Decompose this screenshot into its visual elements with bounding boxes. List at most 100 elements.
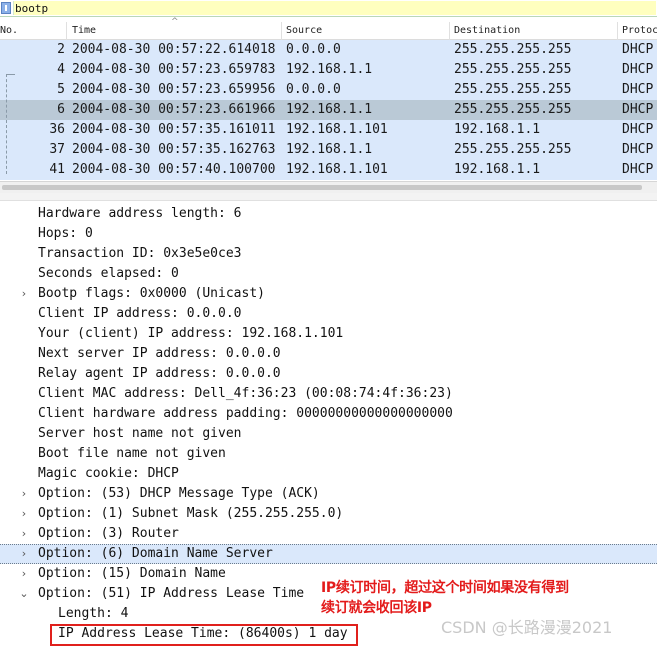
expand-chevron-icon[interactable]: › [19,504,29,524]
detail-text: Your (client) IP address: 192.168.1.101 [38,326,344,341]
packet-protocol: DHCP [622,122,654,137]
packet-source: 0.0.0.0 [286,42,341,57]
packet-protocol: DHCP [622,162,654,177]
packet-row[interactable]: 4 2004-08-30 00:57:23.659783 192.168.1.1… [0,60,657,80]
lease-time-annotation: IP续订时间，超过这个时间如果没有得到 续订就会收回该IP [321,578,651,618]
detail-text: Client hardware address padding: 0000000… [38,406,453,421]
expand-chevron-icon[interactable]: › [19,284,29,304]
packet-row[interactable]: 36 2004-08-30 00:57:35.161011 192.168.1.… [0,120,657,140]
expand-chevron-icon[interactable]: › [19,484,29,504]
display-filter-input[interactable] [13,1,656,15]
expand-chevron-icon[interactable]: › [19,564,29,584]
packet-destination: 255.255.255.255 [454,42,572,57]
red-highlight-box [50,624,358,646]
column-header-no[interactable]: No. [0,25,18,37]
detail-field[interactable]: Hops: 0 [0,224,657,244]
sort-caret-icon: ^ [171,17,179,27]
packet-protocol: DHCP [622,142,654,157]
column-separator[interactable] [281,22,282,40]
detail-text: Option: (6) Domain Name Server [38,546,273,561]
packet-destination: 192.168.1.1 [454,122,541,137]
packet-source: 192.168.1.101 [286,162,388,177]
detail-text: Client IP address: 0.0.0.0 [38,306,242,321]
detail-text: Hops: 0 [38,226,93,241]
packet-list-header: ^ No. Time Source Destination Protoc [0,17,657,40]
packet-no: 2 [57,42,65,57]
column-header-time[interactable]: Time [72,25,96,37]
detail-text: Option: (53) DHCP Message Type (ACK) [38,486,320,501]
detail-text: Transaction ID: 0x3e5e0ce3 [38,246,242,261]
packet-row[interactable]: 2 2004-08-30 00:57:22.614018 0.0.0.0 255… [0,40,657,60]
column-header-destination[interactable]: Destination [454,25,520,37]
detail-field[interactable]: Client MAC address: Dell_4f:36:23 (00:08… [0,384,657,404]
packet-source: 0.0.0.0 [286,82,341,97]
packet-protocol: DHCP [622,102,654,117]
detail-text: Hardware address length: 6 [38,206,242,221]
packet-time: 2004-08-30 00:57:35.161011 [72,122,276,137]
detail-field[interactable]: Server host name not given [0,424,657,444]
detail-text: Length: 4 [58,606,129,621]
packet-destination: 255.255.255.255 [454,62,572,77]
detail-field[interactable]: Client hardware address padding: 0000000… [0,404,657,424]
detail-field[interactable]: Relay agent IP address: 0.0.0.0 [0,364,657,384]
detail-text: Seconds elapsed: 0 [38,266,179,281]
packet-protocol: DHCP [622,42,654,57]
packet-time: 2004-08-30 00:57:22.614018 [72,42,276,57]
packet-time: 2004-08-30 00:57:23.659956 [72,82,276,97]
packet-source: 192.168.1.1 [286,102,373,117]
detail-text: Bootp flags: 0x0000 (Unicast) [38,286,265,301]
column-separator[interactable] [449,22,450,40]
annotation-line: IP续订时间，超过这个时间如果没有得到 [321,580,569,596]
detail-field[interactable]: Next server IP address: 0.0.0.0 [0,344,657,364]
detail-field[interactable]: Boot file name not given [0,444,657,464]
packet-list-scrollbar[interactable] [0,181,657,193]
detail-text: Option: (1) Subnet Mask (255.255.255.0) [38,506,344,521]
packet-protocol: DHCP [622,82,654,97]
detail-field[interactable]: Client IP address: 0.0.0.0 [0,304,657,324]
detail-text: Client MAC address: Dell_4f:36:23 (00:08… [38,386,453,401]
detail-field[interactable]: Transaction ID: 0x3e5e0ce3 [0,244,657,264]
detail-field[interactable]: Seconds elapsed: 0 [0,264,657,284]
packet-row[interactable]: 5 2004-08-30 00:57:23.659956 0.0.0.0 255… [0,80,657,100]
collapse-chevron-icon[interactable]: ⌄ [19,584,29,604]
detail-field-expandable[interactable]: › Bootp flags: 0x0000 (Unicast) [0,284,657,304]
packet-row[interactable]: 37 2004-08-30 00:57:35.162763 192.168.1.… [0,140,657,160]
detail-field-expandable[interactable]: › Option: (3) Router [0,524,657,544]
detail-text: Server host name not given [38,426,242,441]
detail-text: Next server IP address: 0.0.0.0 [38,346,281,361]
detail-text: Option: (51) IP Address Lease Time [38,586,305,601]
expand-chevron-icon[interactable]: › [19,545,29,563]
detail-field-highlighted[interactable]: › Option: (6) Domain Name Server [0,544,657,564]
detail-text: Option: (3) Router [38,526,179,541]
packet-list[interactable]: 2 2004-08-30 00:57:22.614018 0.0.0.0 255… [0,40,657,180]
packet-row[interactable]: 41 2004-08-30 00:57:40.100700 192.168.1.… [0,160,657,180]
display-filter-bar[interactable]: bootp [0,0,657,17]
scrollbar-thumb[interactable] [2,185,642,190]
packet-time: 2004-08-30 00:57:35.162763 [72,142,276,157]
column-separator[interactable] [617,22,618,40]
detail-field-expandable[interactable]: › Option: (53) DHCP Message Type (ACK) [0,484,657,504]
detail-field[interactable]: Hardware address length: 6 [0,204,657,224]
watermark: CSDN @长路漫漫2021 [441,618,613,637]
column-separator[interactable] [66,22,67,40]
display-filter-value: bootp [15,2,49,15]
packet-time: 2004-08-30 00:57:23.661966 [72,102,276,117]
detail-field[interactable]: Your (client) IP address: 192.168.1.101 [0,324,657,344]
detail-text: Option: (15) Domain Name [38,566,226,581]
detail-field[interactable]: Magic cookie: DHCP [0,464,657,484]
expand-chevron-icon[interactable]: › [19,524,29,544]
pane-splitter[interactable] [0,193,657,201]
packet-destination: 255.255.255.255 [454,142,572,157]
packet-source: 192.168.1.101 [286,122,388,137]
column-header-protocol[interactable]: Protoc [622,25,657,37]
bookmark-icon[interactable] [1,2,11,14]
conversation-bracket-icon [6,74,15,174]
detail-text: Boot file name not given [38,446,226,461]
detail-field-expandable[interactable]: › Option: (1) Subnet Mask (255.255.255.0… [0,504,657,524]
packet-destination: 192.168.1.1 [454,162,541,177]
packet-source: 192.168.1.1 [286,62,373,77]
detail-text: Magic cookie: DHCP [38,466,179,481]
packet-time: 2004-08-30 00:57:40.100700 [72,162,276,177]
column-header-source[interactable]: Source [286,25,322,37]
packet-row-selected[interactable]: 6 2004-08-30 00:57:23.661966 192.168.1.1… [0,100,657,120]
